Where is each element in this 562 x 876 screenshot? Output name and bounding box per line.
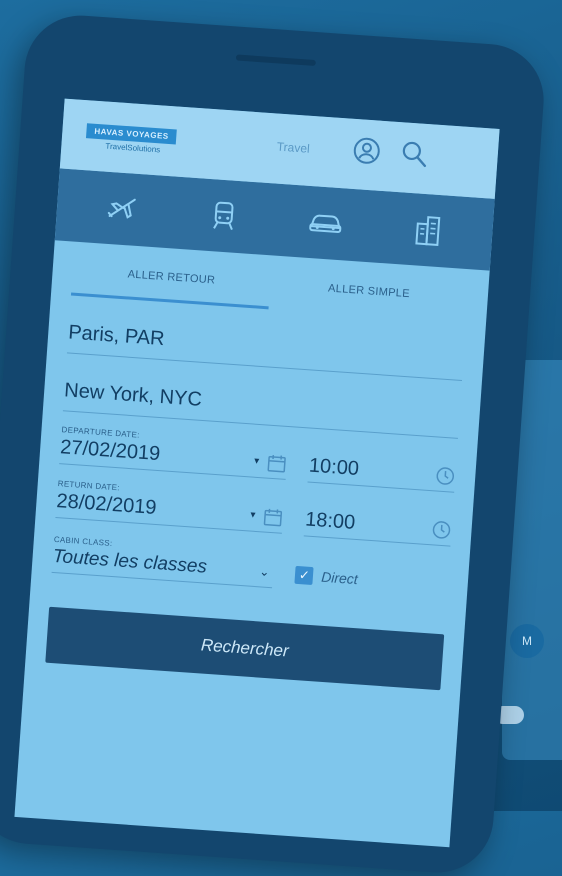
direct-checkbox[interactable]: ✓ [295,566,314,585]
train-icon [205,197,243,235]
phone-frame: HAVAS VOYAGES TravelSolutions Travel [0,12,547,876]
tab-round-trip[interactable]: ALLER RETOUR [71,248,272,310]
departure-date-value: 27/02/2019 [60,436,161,466]
tab-one-way[interactable]: ALLER SIMPLE [268,261,469,323]
departure-date-group: DEPARTURE DATE: 27/02/2019 ▾ [59,425,289,481]
user-icon[interactable] [351,135,383,167]
tab-flights[interactable] [90,177,154,241]
direct-label: Direct [321,569,359,588]
origin-value: Paris, PAR [68,321,166,350]
tab-hotels[interactable] [395,198,459,262]
return-time-field[interactable]: 18:00 [304,508,452,546]
calendar-icon[interactable] [266,452,287,473]
cabin-row: CABIN CLASS: Toutes les classes ⌄ ✓ Dire… [52,535,450,601]
return-date-controls: ▾ [250,505,284,527]
background-badge: M [510,624,544,658]
dropdown-caret-icon: ▾ [254,456,260,467]
search-form: ALLER RETOUR ALLER SIMPLE Paris, PAR New… [25,246,489,691]
tab-trains[interactable] [192,184,256,248]
direct-option[interactable]: ✓ Direct [294,566,448,601]
clock-icon[interactable] [435,465,456,486]
return-time-group: 18:00 [304,496,453,546]
chevron-down-icon: ⌄ [259,564,274,579]
destination-value: New York, NYC [64,379,203,411]
origin-field[interactable]: Paris, PAR [67,321,464,381]
brand-logo[interactable]: HAVAS VOYAGES TravelSolutions [85,120,177,155]
plane-icon [103,190,141,228]
departure-time-group: 10:00 [308,443,457,493]
return-row: RETURN DATE: 28/02/2019 ▾ [55,479,453,547]
hotel-icon [408,211,446,249]
calendar-icon[interactable] [263,506,284,527]
tab-cars[interactable] [294,191,358,255]
return-time-value: 18:00 [304,508,356,534]
search-icon[interactable] [399,138,431,170]
travel-link[interactable]: Travel [276,140,310,156]
return-date-value: 28/02/2019 [56,490,157,520]
dropdown-caret-icon: ▾ [250,510,256,521]
return-date-group: RETURN DATE: 28/02/2019 ▾ [55,479,285,535]
departure-time-value: 10:00 [308,455,360,481]
phone-speaker [236,54,316,66]
car-icon [305,204,345,243]
departure-time-field[interactable]: 10:00 [308,455,456,493]
cabin-group: CABIN CLASS: Toutes les classes ⌄ [52,535,275,588]
clock-icon[interactable] [431,519,452,540]
app-screen: HAVAS VOYAGES TravelSolutions Travel [14,99,499,848]
departure-date-controls: ▾ [253,451,287,473]
search-button[interactable]: Rechercher [45,607,444,690]
